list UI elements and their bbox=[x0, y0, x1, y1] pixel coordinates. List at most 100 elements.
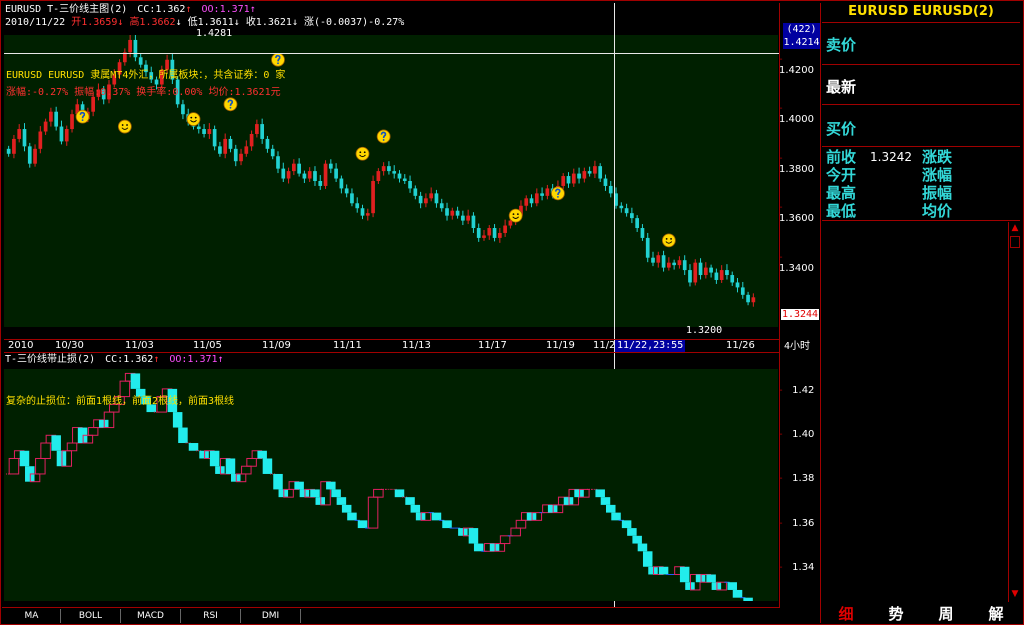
stop-step-block bbox=[405, 497, 415, 505]
crosshair-horizontal bbox=[4, 53, 780, 54]
candle-body bbox=[307, 171, 312, 179]
stop-step-block bbox=[331, 489, 341, 498]
low-label: 最低 bbox=[826, 202, 857, 220]
ohlc-low-arrow-icon: ↓ bbox=[233, 17, 240, 28]
stop-step-block bbox=[225, 458, 236, 474]
cursor-price: 1.4214 bbox=[783, 37, 820, 48]
candle-body bbox=[667, 262, 671, 268]
candle-body bbox=[22, 129, 27, 147]
sell-price-label: 卖价 bbox=[826, 36, 857, 54]
question-marker-icon bbox=[223, 97, 238, 112]
period-label[interactable]: 4小时 bbox=[784, 341, 810, 353]
indicator-y-tick: - 1.34 bbox=[779, 561, 815, 573]
candle-body bbox=[397, 173, 402, 179]
stop-step-block bbox=[627, 528, 637, 536]
rp-divider-3 bbox=[822, 104, 1020, 105]
stop-step-block bbox=[357, 520, 368, 529]
indicator-header: T-三价线带止损(2) CC:1.362↑ OO:1.371↑ bbox=[5, 354, 224, 366]
symbol-info-line: EURUSD EURUSD 隶属MT4外汇，所属板块：，共含证券：0 家 bbox=[6, 70, 286, 81]
quote-grid-left: 前收 今开 最高 最低 bbox=[826, 148, 856, 220]
indicator-y-tick: - 1.40 bbox=[779, 429, 815, 441]
last-price-tag: 1.3244 bbox=[781, 309, 819, 320]
candle-body bbox=[334, 168, 338, 179]
ohlc-close-arrow-icon: ↓ bbox=[291, 17, 298, 28]
candle-body bbox=[418, 195, 423, 204]
tab-rsi[interactable]: RSI bbox=[181, 609, 241, 623]
rp-divider-1 bbox=[822, 22, 1020, 23]
candle-body bbox=[355, 203, 360, 209]
tab-detail[interactable]: 细 bbox=[822, 604, 870, 624]
right-panel-title: EURUSD EURUSD(2) bbox=[848, 4, 994, 19]
ind-oo-label: OO:1.371 bbox=[169, 354, 218, 365]
tab-explain[interactable]: 解 bbox=[972, 604, 1020, 624]
stop-step-block bbox=[442, 520, 452, 529]
stop-step-block bbox=[595, 489, 605, 498]
tab-week[interactable]: 周 bbox=[922, 604, 970, 624]
stop-step-block bbox=[642, 551, 653, 567]
candle-body bbox=[709, 267, 713, 273]
candle-body bbox=[54, 111, 59, 127]
x-tick-label: 11/13 bbox=[402, 340, 431, 351]
stop-step-block bbox=[273, 473, 283, 490]
candle-body bbox=[424, 198, 428, 204]
scroll-up-icon[interactable]: ▲ bbox=[1010, 222, 1020, 234]
candle-body bbox=[730, 275, 735, 283]
tab-ma[interactable]: MA bbox=[3, 609, 61, 623]
right-scrollbar[interactable]: ▲ ▼ bbox=[1008, 222, 1021, 602]
candle-body bbox=[270, 148, 275, 157]
x-tick-label: 2010 bbox=[8, 340, 34, 351]
tab-boll[interactable]: BOLL bbox=[61, 609, 121, 623]
candle-body bbox=[402, 178, 407, 181]
candle-body bbox=[582, 171, 587, 179]
candle-body bbox=[608, 185, 613, 194]
candle-body bbox=[703, 267, 708, 276]
cursor-time-box: 11/22,23:55 bbox=[615, 340, 686, 352]
candle-body bbox=[672, 262, 676, 266]
candle-body bbox=[27, 146, 32, 164]
stop-step-block bbox=[56, 450, 67, 467]
prev-close-label: 前收 bbox=[826, 148, 857, 166]
candle-body bbox=[223, 138, 228, 154]
open-label: 今开 bbox=[826, 166, 857, 184]
candle-body bbox=[651, 257, 655, 263]
x-tick-label: 11/26 bbox=[726, 340, 755, 351]
candle-body bbox=[455, 210, 460, 216]
stop-step-block bbox=[732, 589, 743, 598]
candle-body bbox=[318, 181, 323, 186]
candle-body bbox=[128, 39, 132, 53]
stop-step-block bbox=[547, 504, 558, 513]
stop-step-block bbox=[658, 566, 669, 575]
smiley-marker-icon bbox=[508, 208, 523, 223]
candle-body bbox=[218, 146, 222, 154]
candle-body bbox=[714, 272, 719, 280]
stop-step-block bbox=[310, 489, 320, 498]
candle-body bbox=[661, 255, 666, 268]
candle-body bbox=[529, 198, 534, 204]
tab-trend[interactable]: 势 bbox=[872, 604, 920, 624]
amplitude-label: 振幅 bbox=[922, 184, 953, 202]
candle-body bbox=[746, 294, 750, 303]
candle-body bbox=[466, 215, 470, 221]
stop-step-block bbox=[326, 481, 336, 490]
main-y-tick: - 1.4000 bbox=[779, 103, 814, 126]
candle-body bbox=[619, 205, 624, 209]
count-badge: (422) bbox=[786, 24, 817, 35]
candle-body bbox=[212, 129, 217, 147]
candle-body bbox=[6, 148, 11, 154]
main-oo-arrow-icon: ↑ bbox=[249, 4, 256, 15]
candle-body bbox=[413, 188, 418, 196]
candle-body bbox=[281, 168, 286, 179]
avg-label: 均价 bbox=[922, 202, 953, 220]
candle-body bbox=[688, 270, 692, 283]
tab-macd[interactable]: MACD bbox=[121, 609, 181, 623]
scroll-thumb[interactable] bbox=[1010, 236, 1020, 248]
indicator-y-tick: - 1.42 bbox=[779, 385, 815, 397]
scroll-down-icon[interactable]: ▼ bbox=[1010, 588, 1020, 600]
rp-divider-5 bbox=[822, 220, 1020, 221]
stop-step-block bbox=[458, 528, 468, 536]
stop-step-block bbox=[711, 582, 722, 590]
x-tick-label: 11/11 bbox=[333, 340, 362, 351]
tab-dmi[interactable]: DMI bbox=[241, 609, 301, 623]
candle-body bbox=[603, 178, 608, 186]
candle-body bbox=[313, 171, 317, 181]
